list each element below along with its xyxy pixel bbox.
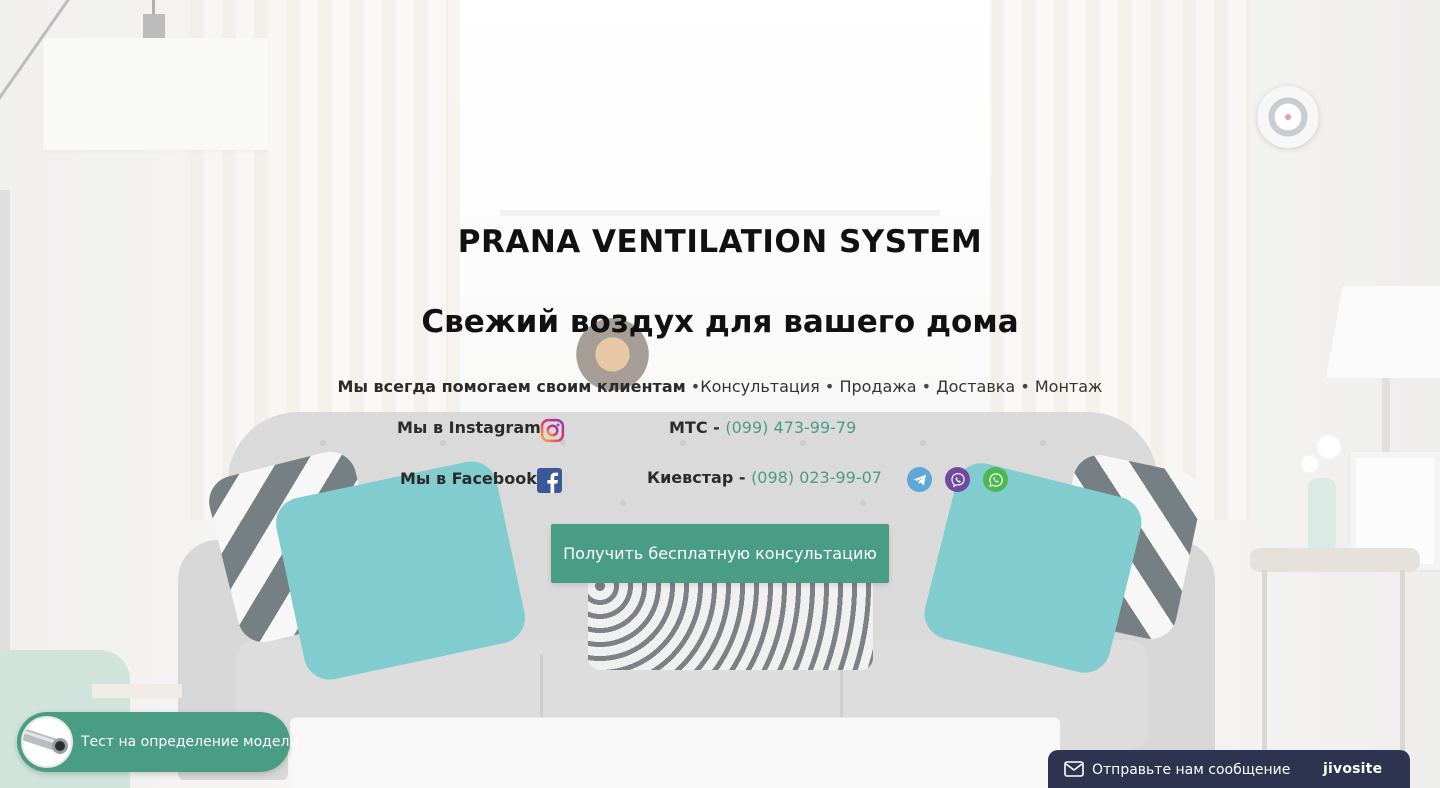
chat-brand-logo: jivosite	[1323, 761, 1383, 777]
free-consultation-button[interactable]: Получить бесплатную консультацию	[551, 524, 889, 583]
phone-number-mts[interactable]: (099) 473-99-79	[725, 418, 856, 437]
phone-dash: -	[733, 468, 752, 487]
carrier-mts: МТС	[669, 418, 708, 437]
service-item: Консультация	[700, 377, 820, 396]
envelope-icon	[1064, 761, 1084, 777]
page-title: PRANA VENTILATION SYSTEM	[457, 224, 983, 260]
widget-dot-icon	[1285, 114, 1291, 120]
phone-kyivstar: Киевстар - (098) 023-99-07	[647, 468, 882, 487]
carrier-kyivstar: Киевстар	[647, 468, 734, 487]
phone-dash: -	[707, 418, 726, 437]
services-separator: •	[921, 377, 932, 396]
model-test-label: Тест на определение модели	[81, 734, 299, 750]
service-item: Доставка	[936, 377, 1016, 396]
phone-number-kyivstar[interactable]: (098) 023-99-07	[751, 468, 882, 487]
viber-icon[interactable]	[945, 467, 970, 492]
services-line: Мы всегда помогаем своим клиентам •Консу…	[0, 377, 1440, 396]
telegram-icon[interactable]	[907, 467, 932, 492]
chat-widget-label: Отправьте нам сообщение	[1092, 762, 1291, 778]
services-lead: Мы всегда помогаем своим клиентам	[337, 377, 686, 396]
duct-tube-icon	[21, 716, 73, 768]
services-separator: •	[690, 377, 701, 396]
service-item: Продажа	[839, 377, 917, 396]
floating-round-widget[interactable]	[1257, 86, 1319, 148]
model-test-button[interactable]: Тест на определение модели	[17, 712, 299, 772]
facebook-label: Мы в Facebook	[400, 469, 537, 488]
whatsapp-icon[interactable]	[983, 467, 1008, 492]
instagram-icon[interactable]	[540, 418, 565, 443]
phone-mts: МТС - (099) 473-99-79	[669, 418, 856, 437]
page-subtitle: Свежий воздух для вашего дома	[421, 304, 1019, 340]
services-separator: •	[1020, 377, 1030, 396]
facebook-icon[interactable]	[537, 468, 562, 493]
chat-widget-bar[interactable]: Отправьте нам сообщение jivosite	[1048, 750, 1410, 788]
services-separator: •	[824, 377, 835, 396]
service-item: Монтаж	[1034, 377, 1103, 396]
instagram-label: Мы в Instagram	[397, 418, 541, 437]
